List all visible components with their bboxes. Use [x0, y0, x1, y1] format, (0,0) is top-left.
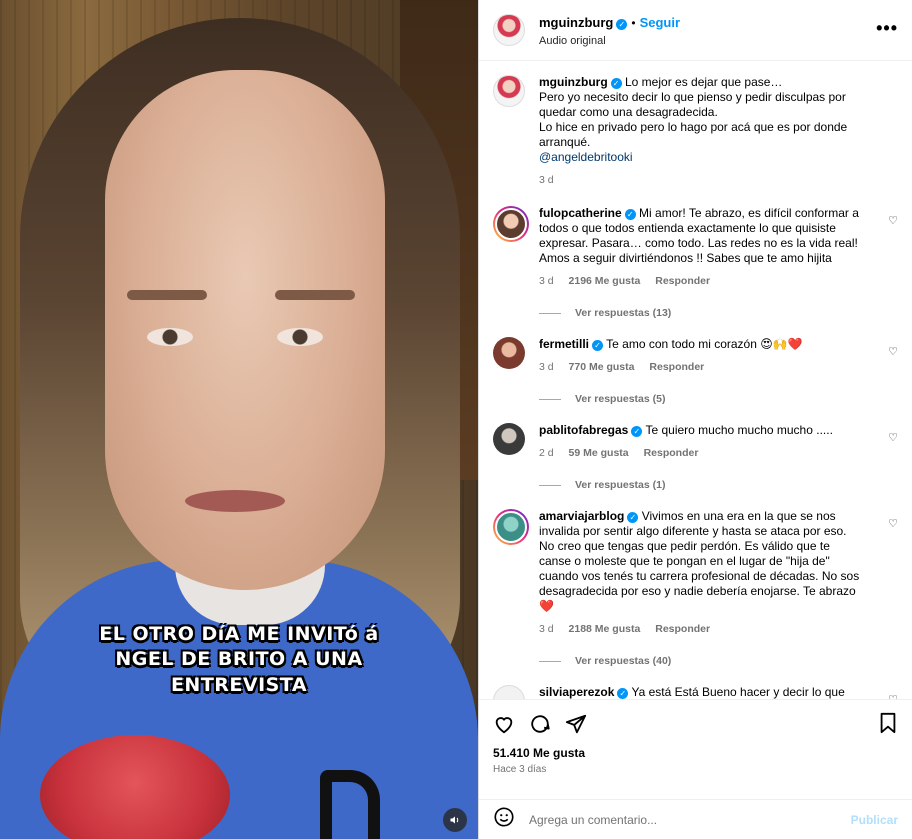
- comment-likes[interactable]: 59 Me gusta: [569, 447, 629, 459]
- publish-button[interactable]: Publicar: [851, 813, 898, 827]
- view-replies-label: Ver respuestas (13): [575, 307, 672, 319]
- commenter-avatar: [495, 208, 527, 240]
- comment-text: Vivimos en una era en la que se nos inva…: [539, 509, 860, 613]
- verified-badge-icon: ✓: [610, 78, 622, 89]
- post-side-panel: mguinzburg ✓ • Seguir Audio original ••• mg…: [478, 0, 912, 839]
- caption-time: 3 d: [539, 174, 554, 186]
- reply-button[interactable]: Responder: [644, 447, 699, 459]
- comment-text: Te amo con todo mi corazón 😍🙌❤️: [606, 337, 803, 351]
- comment-composer: Publicar: [479, 799, 912, 839]
- verified-badge-icon: ✓: [617, 688, 629, 699]
- right-brow: [275, 290, 355, 300]
- commenter-story-ring[interactable]: [493, 206, 529, 242]
- post-actions: 51.410 Me gusta Hace 3 días: [479, 699, 912, 799]
- commenter-avatar[interactable]: [493, 423, 525, 455]
- post-caption: mguinzburg ✓ Lo mejor es dejar que pase… …: [493, 75, 898, 188]
- bookmark-icon[interactable]: [878, 712, 898, 739]
- reply-button[interactable]: Responder: [649, 361, 704, 373]
- separator-dot: •: [631, 15, 636, 30]
- post-likes-count[interactable]: 51.410 Me gusta: [493, 746, 898, 760]
- caption-line-1: Lo mejor es dejar que pase…: [625, 75, 783, 89]
- view-replies-label: Ver respuestas (1): [575, 479, 666, 491]
- verified-badge-icon: ✓: [616, 18, 628, 30]
- comment-text: Ya está Está Bueno hacer y decir lo que: [631, 685, 845, 699]
- view-replies-label: Ver respuestas (40): [575, 655, 672, 667]
- comment-username[interactable]: fulopcatherine: [539, 206, 622, 220]
- comment-time: 3 d: [539, 623, 554, 635]
- caption-author-avatar[interactable]: [493, 75, 525, 107]
- caption-mention-link[interactable]: @angeldebritooki: [539, 150, 633, 164]
- audio-label[interactable]: Audio original: [539, 35, 680, 47]
- comments-list[interactable]: mguinzburg ✓ Lo mejor es dejar que pase… …: [479, 61, 912, 699]
- comment-bubble-icon[interactable]: [529, 713, 551, 735]
- author-username[interactable]: mguinzburg: [539, 15, 613, 30]
- like-comment-heart-icon[interactable]: ♡: [888, 517, 898, 530]
- right-eye: [277, 328, 323, 346]
- comment-item: silviaperezok ✓ Ya está Está Bueno hacer …: [493, 685, 898, 699]
- video-caption-line-1: EL OTRO DíA ME INVITó á: [99, 623, 379, 645]
- caption-line-2: Pero yo necesito decir lo que pienso y p…: [539, 90, 846, 119]
- comment-time: 3 d: [539, 361, 554, 373]
- like-comment-heart-icon[interactable]: ♡: [888, 214, 898, 227]
- view-replies-button[interactable]: Ver respuestas (5): [539, 393, 898, 405]
- left-eye: [147, 328, 193, 346]
- comment-text: Te quiero mucho mucho mucho .....: [645, 423, 833, 437]
- mouth: [185, 490, 285, 512]
- comment-input[interactable]: [529, 812, 851, 827]
- comment-username[interactable]: silviaperezok: [539, 685, 614, 699]
- caption-line-3: Lo hice en privado pero lo hago por acá …: [539, 120, 848, 149]
- comment-time: 3 d: [539, 275, 554, 287]
- follow-button[interactable]: Seguir: [640, 15, 680, 30]
- like-heart-icon[interactable]: [493, 713, 515, 735]
- view-replies-button[interactable]: Ver respuestas (13): [539, 307, 898, 319]
- view-replies-button[interactable]: Ver respuestas (1): [539, 479, 898, 491]
- commenter-story-ring[interactable]: [493, 509, 529, 545]
- mute-button[interactable]: [443, 808, 467, 832]
- comment-time: 2 d: [539, 447, 554, 459]
- replies-line: [539, 484, 561, 486]
- commenter-avatar: [495, 511, 527, 543]
- ellipsis-icon[interactable]: •••: [876, 18, 898, 39]
- comment-item: fermetilli ✓ Te amo con todo mi corazón 😍…: [493, 337, 898, 375]
- comment-item: pablitofabregas ✓ Te quiero mucho mucho m…: [493, 423, 898, 461]
- commenter-avatar[interactable]: [493, 337, 525, 369]
- verified-badge-icon: ✓: [624, 209, 636, 220]
- comment-username[interactable]: pablitofabregas: [539, 423, 628, 437]
- like-comment-heart-icon[interactable]: ♡: [888, 431, 898, 444]
- reply-button[interactable]: Responder: [655, 623, 710, 635]
- comment-likes[interactable]: 2196 Me gusta: [569, 275, 641, 287]
- post-date: Hace 3 días: [493, 764, 547, 775]
- reply-button[interactable]: Responder: [655, 275, 710, 287]
- verified-badge-icon: ✓: [627, 512, 639, 523]
- replies-line: [539, 312, 561, 314]
- comment-item: fulopcatherine ✓ Mi amor! Te abrazo, es d…: [493, 206, 898, 289]
- commenter-avatar[interactable]: [493, 685, 525, 699]
- video-caption-line-2: NGEL DE BRITO A UNA: [115, 648, 363, 670]
- like-comment-heart-icon[interactable]: ♡: [888, 345, 898, 358]
- view-replies-label: Ver respuestas (5): [575, 393, 666, 405]
- replies-line: [539, 398, 561, 400]
- comment-likes[interactable]: 770 Me gusta: [569, 361, 635, 373]
- author-avatar[interactable]: [493, 14, 525, 46]
- comment-username[interactable]: amarviajarblog: [539, 509, 624, 523]
- post-header: mguinzburg ✓ • Seguir Audio original •••: [479, 0, 912, 61]
- person-face: [105, 70, 385, 590]
- video-caption-line-3: ENTREVISTA: [170, 674, 308, 696]
- view-replies-button[interactable]: Ver respuestas (40): [539, 655, 898, 667]
- video-player[interactable]: EL OTRO DíA ME INVITó á NGEL DE BRITO A …: [0, 0, 478, 839]
- speaker-icon: [450, 816, 459, 824]
- replies-line: [539, 660, 561, 662]
- caption-username[interactable]: mguinzburg: [539, 75, 608, 89]
- comment-username[interactable]: fermetilli: [539, 337, 589, 351]
- sweater-letter-print: [320, 770, 380, 839]
- verified-badge-icon: ✓: [631, 426, 643, 437]
- comment-item: amarviajarblog ✓ Vivimos en una era en la…: [493, 509, 898, 637]
- verified-badge-icon: ✓: [592, 340, 604, 351]
- share-paper-plane-icon[interactable]: [565, 713, 587, 735]
- left-brow: [127, 290, 207, 300]
- comment-likes[interactable]: 2188 Me gusta: [569, 623, 641, 635]
- emoji-smiley-icon[interactable]: [493, 806, 515, 833]
